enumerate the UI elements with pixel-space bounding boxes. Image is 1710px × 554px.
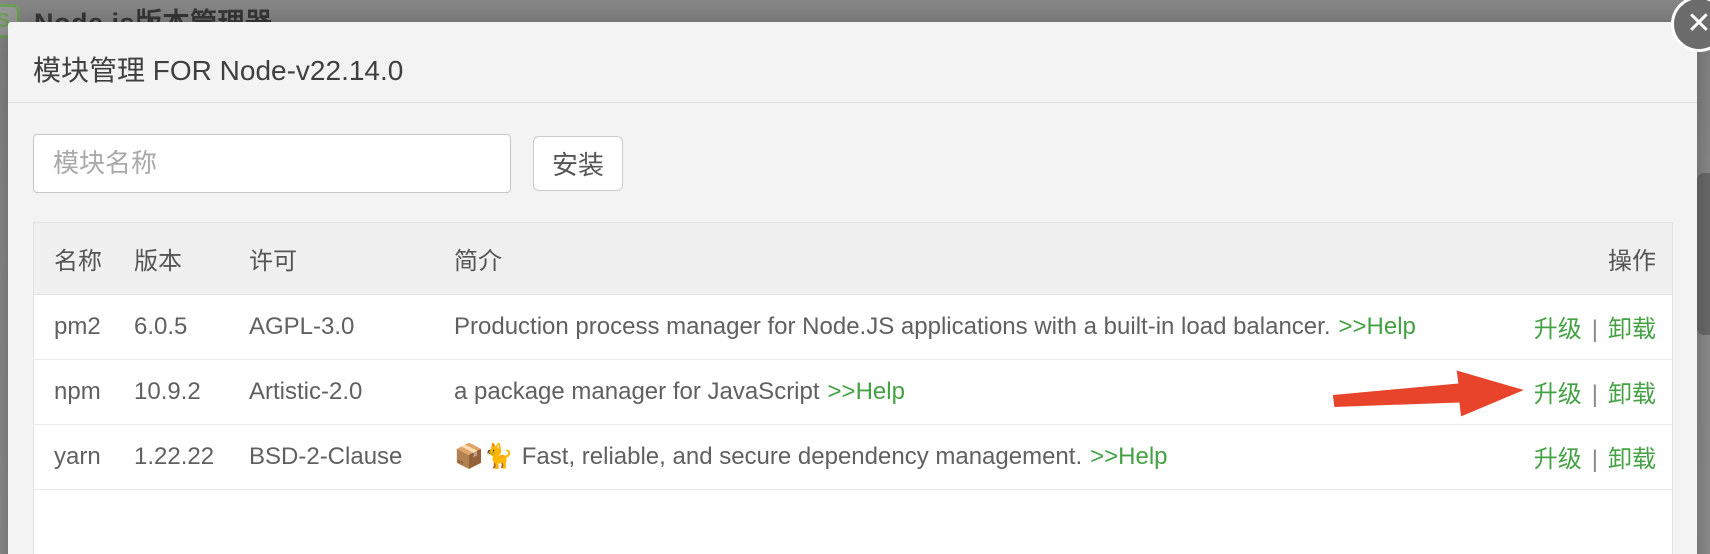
module-license-cell: BSD-2-Clause xyxy=(249,424,454,489)
action-separator: | xyxy=(1582,381,1608,408)
help-link[interactable]: >>Help xyxy=(1090,443,1167,470)
uninstall-link[interactable]: 卸载 xyxy=(1608,446,1656,473)
column-header-name: 名称 xyxy=(34,223,134,294)
close-icon: ✕ xyxy=(1686,7,1710,40)
install-button[interactable]: 安装 xyxy=(533,136,623,191)
uninstall-link[interactable]: 卸载 xyxy=(1608,316,1656,343)
upgrade-link[interactable]: 升级 xyxy=(1534,316,1582,343)
upgrade-link[interactable]: 升级 xyxy=(1534,381,1582,408)
module-description-cell: 📦🐈 Fast, reliable, and secure dependency … xyxy=(454,424,1432,489)
description-text: Fast, reliable, and secure dependency ma… xyxy=(522,443,1082,470)
module-description-cell: Production process manager for Node.JS a… xyxy=(454,294,1432,359)
description-text: Production process manager for Node.JS a… xyxy=(454,313,1331,340)
table-row-yarn: yarn 1.22.22 BSD-2-Clause 📦🐈 Fast, reliab… xyxy=(34,424,1672,489)
module-actions-cell: 升级|卸载 xyxy=(1432,424,1672,489)
screenshot-root: { "colors": { "link_green": "#44a144", "… xyxy=(0,0,1710,554)
column-header-actions: 操作 xyxy=(1432,223,1672,294)
module-description-cell: a package manager for JavaScript >>Help xyxy=(454,359,1432,424)
column-header-version: 版本 xyxy=(134,223,249,294)
module-name-cell: npm xyxy=(34,359,134,424)
action-separator: | xyxy=(1582,446,1608,473)
module-name-input[interactable] xyxy=(33,134,511,193)
page-scrollbar-thumb[interactable] xyxy=(1697,173,1710,335)
description-text: a package manager for JavaScript xyxy=(454,378,820,405)
module-name-cell: pm2 xyxy=(34,294,134,359)
table-row-pm2: pm2 6.0.5 AGPL-3.0 Production process ma… xyxy=(34,294,1672,359)
module-actions-cell: 升级|卸载 xyxy=(1432,294,1672,359)
module-version-cell: 6.0.5 xyxy=(134,294,249,359)
help-link[interactable]: >>Help xyxy=(1339,313,1416,340)
package-cat-emoji-icon: 📦🐈 xyxy=(454,443,514,470)
module-name-cell: yarn xyxy=(34,424,134,489)
table-empty-space xyxy=(34,489,1672,545)
module-version-cell: 1.22.22 xyxy=(134,424,249,489)
column-header-description: 简介 xyxy=(454,223,1432,294)
action-separator: | xyxy=(1582,316,1608,343)
module-license-cell: AGPL-3.0 xyxy=(249,294,454,359)
module-version-cell: 10.9.2 xyxy=(134,359,249,424)
column-header-license: 许可 xyxy=(249,223,454,294)
uninstall-link[interactable]: 卸载 xyxy=(1608,381,1656,408)
help-link[interactable]: >>Help xyxy=(828,378,905,405)
dialog-title: 模块管理 FOR Node-v22.14.0 xyxy=(33,49,403,89)
title-divider xyxy=(8,102,1697,103)
module-manager-dialog: 模块管理 FOR Node-v22.14.0 安装 名称 版本 许可 简介 操作… xyxy=(8,22,1697,554)
upgrade-link[interactable]: 升级 xyxy=(1534,446,1582,473)
module-license-cell: Artistic-2.0 xyxy=(249,359,454,424)
red-annotation-arrow-icon xyxy=(1331,366,1528,426)
table-header-row: 名称 版本 许可 简介 操作 xyxy=(34,223,1672,294)
